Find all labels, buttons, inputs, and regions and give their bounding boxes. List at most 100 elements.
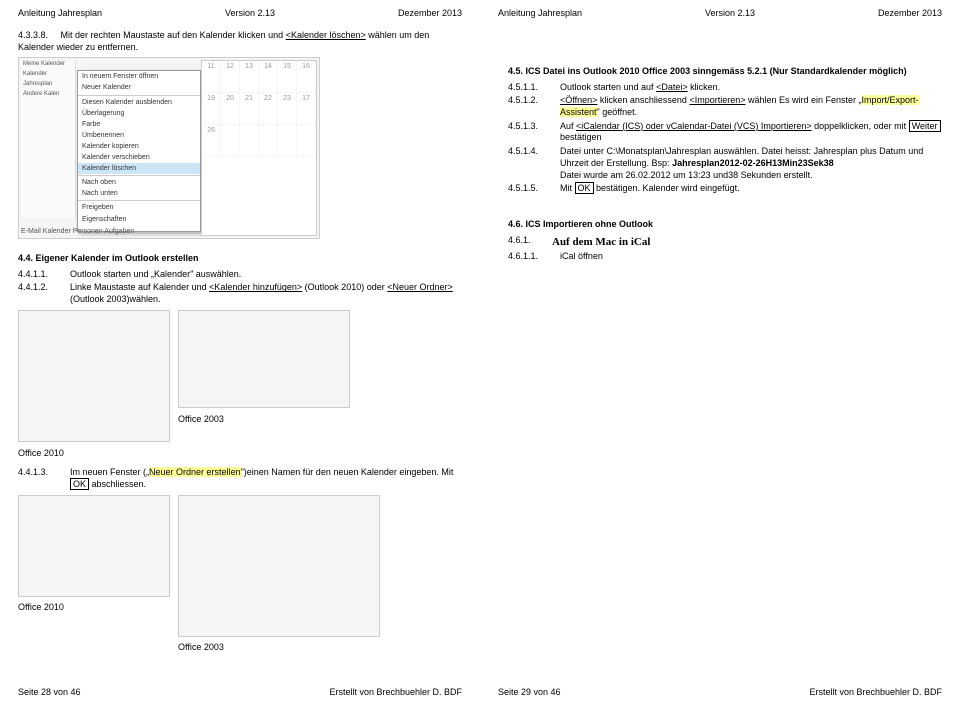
page-left: Anleitung Jahresplan Version 2.13 Dezemb… xyxy=(0,0,480,703)
sidebar-item: Andere Kalen xyxy=(21,90,75,100)
cal-cell: 20 xyxy=(221,93,240,125)
figure-context-menu: In neuem Fenster öffnen Neuer Kalender D… xyxy=(77,70,201,232)
p-4411-num: 4.4.1.1. xyxy=(18,269,70,281)
sec-44-title: 4.4. Eigener Kalender im Outlook erstell… xyxy=(18,253,462,265)
label-office2003: Office 2003 xyxy=(178,414,350,426)
figure-office2003-menu xyxy=(178,310,350,408)
p-4515-c: bestätigen. Kalender wird eingefügt. xyxy=(594,183,740,193)
p-4514: 4.5.1.4. Datei unter C:\Monatsplan\Jahre… xyxy=(508,146,942,181)
cal-cell xyxy=(259,125,278,157)
cal-cell: 15 xyxy=(278,61,297,93)
cal-cell: 13 xyxy=(240,61,259,93)
p-4413-num: 4.4.1.3. xyxy=(18,467,70,490)
p-4512-c: <Importieren> xyxy=(689,95,745,105)
cal-cell: 26 xyxy=(202,125,221,157)
menu-item: Nach unten xyxy=(78,188,200,199)
p-4611-num: 4.6.1.1. xyxy=(508,251,560,263)
page-right: Anleitung Jahresplan Version 2.13 Dezemb… xyxy=(480,0,960,703)
menu-item: Neuer Kalender xyxy=(78,82,200,93)
p-4513-c: doppelklicken, oder mit xyxy=(812,121,909,131)
figure-outlook-calendar: Meine Kalender Kalender Jahresplan Ander… xyxy=(18,57,320,239)
menu-item: Nach oben xyxy=(78,177,200,188)
p-4611: 4.6.1.1. iCal öffnen xyxy=(508,251,942,263)
sidebar-item: Meine Kalender xyxy=(21,60,75,70)
p-4513-d: Weiter xyxy=(909,120,941,132)
p-4515-a: Mit xyxy=(560,183,575,193)
p-4514-txt: Datei unter C:\Monatsplan\Jahresplan aus… xyxy=(560,146,942,181)
label-office2010: Office 2010 xyxy=(18,448,170,460)
p-4412-c: (Outlook 2010) oder xyxy=(302,282,387,292)
menu-item: Überlagerung xyxy=(78,108,200,119)
right-content: 4.5. ICS Datei ins Outlook 2010 Office 2… xyxy=(508,26,942,697)
figure-office2003-dialog xyxy=(178,495,380,637)
p-4511-txt: Outlook starten und auf <Datei> klicken. xyxy=(560,82,942,94)
p-4412-txt: Linke Maustaste auf Kalender und <Kalend… xyxy=(70,282,462,305)
p-461-num: 4.6.1. xyxy=(508,235,552,249)
page-footer-right: Seite 29 von 46 Erstellt von Brechbuehle… xyxy=(498,687,942,697)
figure-sidebar: Meine Kalender Kalender Jahresplan Ander… xyxy=(21,60,76,218)
left-content: 4.3.3.8. Mit der rechten Maustaste auf d… xyxy=(18,26,462,697)
p-4511-c: klicken. xyxy=(688,82,721,92)
page-header-right: Anleitung Jahresplan Version 2.13 Dezemb… xyxy=(498,8,942,18)
footer-author: Erstellt von Brechbuehler D. BDF xyxy=(329,687,462,697)
p-4512-f: " geöffnet. xyxy=(597,107,638,117)
p-4338: 4.3.3.8. Mit der rechten Maustaste auf d… xyxy=(18,30,462,53)
p-4338-b: <Kalender löschen> xyxy=(286,30,366,40)
p-4413-b: Neuer Ordner erstellen xyxy=(149,467,241,477)
cal-cell: 16 xyxy=(297,61,316,93)
p-4412-b: <Kalender hinzufügen> xyxy=(209,282,302,292)
cal-cell xyxy=(297,125,316,157)
p-4511-num: 4.5.1.1. xyxy=(508,82,560,94)
header-date: Dezember 2013 xyxy=(878,8,942,18)
p-4338-num: 4.3.3.8. xyxy=(18,30,48,42)
p-4413: 4.4.1.3. Im neuen Fenster („Neuer Ordner… xyxy=(18,467,462,490)
p-4515-num: 4.5.1.5. xyxy=(508,183,560,195)
p-4511: 4.5.1.1. Outlook starten und auf <Datei>… xyxy=(508,82,942,94)
p-4413-c: ")einen Namen für den neuen Kalender ein… xyxy=(241,467,454,477)
p-4512-a: <Öffnen> xyxy=(560,95,597,105)
p-4512-b: klicken anschliessend xyxy=(597,95,689,105)
p-4512-txt: <Öffnen> klicken anschliessend <Importie… xyxy=(560,95,942,118)
figure-row-new-calendar: Office 2010 Office 2003 xyxy=(18,310,462,459)
menu-item: Kalender verschieben xyxy=(78,152,200,163)
header-title: Anleitung Jahresplan xyxy=(18,8,102,18)
p-4411-txt: Outlook starten und „Kalender" auswählen… xyxy=(70,269,462,281)
cal-cell xyxy=(221,125,240,157)
cal-cell: 23 xyxy=(278,93,297,125)
menu-sep xyxy=(78,175,200,176)
menu-sep xyxy=(78,95,200,96)
cal-cell: 22 xyxy=(259,93,278,125)
p-4611-txt: iCal öffnen xyxy=(560,251,942,263)
p-4413-txt: Im neuen Fenster („Neuer Ordner erstelle… xyxy=(70,467,462,490)
cal-cell: 17 xyxy=(297,93,316,125)
p-4511-a: Outlook starten und auf xyxy=(560,82,656,92)
p-4513-b: <iCalendar (ICS) oder vCalendar-Datei (V… xyxy=(576,121,812,131)
p-4514-c: Datei wurde am 26.02.2012 um 13:23 und38… xyxy=(560,170,813,180)
menu-item: Eigenschaften xyxy=(78,214,200,225)
menu-item-delete: Kalender löschen xyxy=(78,163,200,174)
sec-45-title: 4.5. ICS Datei ins Outlook 2010 Office 2… xyxy=(508,66,942,78)
figure-bottom-tabs: E-Mail Kalender Personen Aufgaben xyxy=(21,227,134,236)
header-date: Dezember 2013 xyxy=(398,8,462,18)
page-header-left: Anleitung Jahresplan Version 2.13 Dezemb… xyxy=(18,8,462,18)
header-version: Version 2.13 xyxy=(705,8,755,18)
footer-pagenum: Seite 28 von 46 xyxy=(18,687,81,697)
p-4515-b: OK xyxy=(575,182,594,194)
page-footer-left: Seite 28 von 46 Erstellt von Brechbuehle… xyxy=(18,687,462,697)
label-office2010-b: Office 2010 xyxy=(18,602,170,614)
menu-sep xyxy=(78,200,200,201)
menu-item: Umbenennen xyxy=(78,130,200,141)
footer-author: Erstellt von Brechbuehler D. BDF xyxy=(809,687,942,697)
cal-cell xyxy=(278,125,297,157)
cal-cell: 12 xyxy=(221,61,240,93)
p-4513-a: Auf xyxy=(560,121,576,131)
p-461-txt: Auf dem Mac in iCal xyxy=(552,235,942,249)
p-4412-num: 4.4.1.2. xyxy=(18,282,70,305)
p-4513: 4.5.1.3. Auf <iCalendar (ICS) oder vCale… xyxy=(508,121,942,144)
figure-office2010-dialog xyxy=(18,495,170,597)
p-4513-e: bestätigen xyxy=(560,132,602,142)
header-version: Version 2.13 xyxy=(225,8,275,18)
p-4412-e: (Outlook 2003)wählen. xyxy=(70,294,161,304)
p-4411: 4.4.1.1. Outlook starten und „Kalender" … xyxy=(18,269,462,281)
p-4412-a: Linke Maustaste auf Kalender und xyxy=(70,282,209,292)
